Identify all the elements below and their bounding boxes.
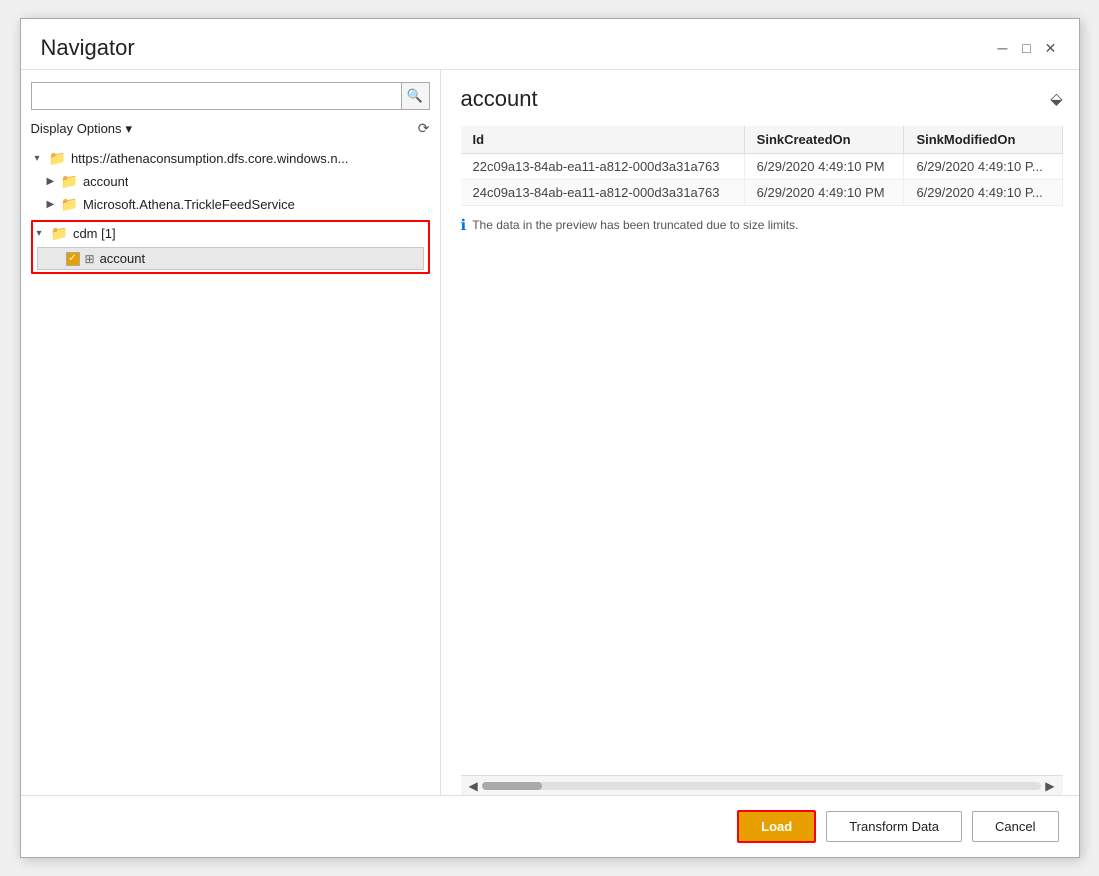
- display-options-button[interactable]: Display Options ▾: [31, 121, 133, 137]
- truncate-notice-text: The data in the preview has been truncat…: [472, 218, 798, 232]
- cancel-button[interactable]: Cancel: [972, 811, 1058, 842]
- cell-modified-2: 6/29/2020 4:49:10 P...: [904, 180, 1062, 206]
- account-checkbox[interactable]: ✓: [66, 252, 80, 266]
- root-folder-icon: 📁: [49, 150, 66, 167]
- main-area: 🔍 Display Options ▾ ⟳ ▾ 📁 https://athena…: [21, 69, 1079, 795]
- refresh-icon[interactable]: ⟳: [418, 120, 430, 137]
- left-panel: 🔍 Display Options ▾ ⟳ ▾ 📁 https://athena…: [21, 70, 441, 795]
- search-row: 🔍: [31, 82, 430, 110]
- scroll-track[interactable]: [482, 782, 1042, 790]
- table-row: 24c09a13-84ab-ea11-a812-000d3a31a763 6/2…: [461, 180, 1063, 206]
- account-arrow: ▶: [47, 176, 61, 187]
- footer: Load Transform Data Cancel: [21, 795, 1079, 857]
- tree-item-athena[interactable]: ▶ 📁 Microsoft.Athena.TrickleFeedService: [31, 193, 430, 216]
- search-input[interactable]: [31, 82, 402, 110]
- title-bar: Navigator ─ □ ✕: [21, 19, 1079, 69]
- info-notice: ℹ The data in the preview has been trunc…: [461, 206, 1063, 244]
- account-label: account: [83, 174, 129, 189]
- cell-modified-1: 6/29/2020 4:49:10 P...: [904, 154, 1062, 180]
- data-table-wrapper: Id SinkCreatedOn SinkModifiedOn 22c09a13…: [461, 126, 1063, 775]
- cell-id-2: 24c09a13-84ab-ea11-a812-000d3a31a763: [461, 180, 745, 206]
- search-button[interactable]: 🔍: [402, 82, 430, 110]
- table-header-row: Id SinkCreatedOn SinkModifiedOn: [461, 126, 1063, 154]
- scroll-right-arrow[interactable]: ▶: [1045, 779, 1054, 793]
- tree-area: ▾ 📁 https://athenaconsumption.dfs.core.w…: [31, 147, 430, 783]
- right-title: account: [461, 86, 538, 112]
- athena-arrow: ▶: [47, 199, 61, 210]
- checkmark-icon: ✓: [68, 253, 76, 264]
- account-item-label: account: [100, 251, 146, 266]
- info-icon: ℹ: [461, 216, 467, 234]
- table-row: 22c09a13-84ab-ea11-a812-000d3a31a763 6/2…: [461, 154, 1063, 180]
- scroll-bar-row: ◀ ▶: [461, 775, 1063, 795]
- cell-id-1: 22c09a13-84ab-ea11-a812-000d3a31a763: [461, 154, 745, 180]
- cdm-arrow: ▾: [37, 228, 51, 239]
- display-options-label: Display Options: [31, 121, 122, 136]
- export-icon[interactable]: ⬙: [1050, 89, 1062, 109]
- close-button[interactable]: ✕: [1043, 40, 1059, 56]
- cell-created-2: 6/29/2020 4:49:10 PM: [744, 180, 904, 206]
- col-sink-modified: SinkModifiedOn: [904, 126, 1062, 154]
- athena-folder-icon: 📁: [61, 196, 78, 213]
- scroll-left-arrow[interactable]: ◀: [469, 779, 478, 793]
- dialog-title: Navigator: [41, 35, 135, 61]
- col-id: Id: [461, 126, 745, 154]
- load-button[interactable]: Load: [737, 810, 816, 843]
- cdm-folder-icon: 📁: [51, 225, 68, 242]
- cdm-box: ▾ 📁 cdm [1] ✓ ⊞ account: [31, 220, 430, 274]
- root-url-label: https://athenaconsumption.dfs.core.windo…: [71, 151, 349, 166]
- scroll-thumb[interactable]: [482, 782, 542, 790]
- root-tree-item[interactable]: ▾ 📁 https://athenaconsumption.dfs.core.w…: [31, 147, 430, 170]
- cdm-tree-item[interactable]: ▾ 📁 cdm [1]: [33, 222, 428, 245]
- right-panel: account ⬙ Id SinkCreatedOn SinkModifiedO…: [441, 70, 1079, 795]
- cell-created-1: 6/29/2020 4:49:10 PM: [744, 154, 904, 180]
- window-controls: ─ □ ✕: [995, 40, 1059, 56]
- account-checked-row[interactable]: ✓ ⊞ account: [37, 247, 424, 270]
- transform-data-button[interactable]: Transform Data: [826, 811, 962, 842]
- display-options-row: Display Options ▾ ⟳: [31, 120, 430, 137]
- display-options-arrow: ▾: [126, 121, 133, 137]
- cdm-label: cdm [1]: [73, 226, 116, 241]
- data-table: Id SinkCreatedOn SinkModifiedOn 22c09a13…: [461, 126, 1063, 206]
- tree-item-account[interactable]: ▶ 📁 account: [31, 170, 430, 193]
- col-sink-created: SinkCreatedOn: [744, 126, 904, 154]
- table-icon: ⊞: [85, 252, 95, 266]
- maximize-button[interactable]: □: [1019, 40, 1035, 56]
- right-header: account ⬙: [461, 86, 1063, 112]
- root-arrow: ▾: [35, 153, 49, 164]
- account-folder-icon: 📁: [61, 173, 78, 190]
- athena-label: Microsoft.Athena.TrickleFeedService: [83, 197, 295, 212]
- navigator-dialog: Navigator ─ □ ✕ 🔍 Display Options ▾ ⟳: [20, 18, 1080, 858]
- minimize-button[interactable]: ─: [995, 40, 1011, 56]
